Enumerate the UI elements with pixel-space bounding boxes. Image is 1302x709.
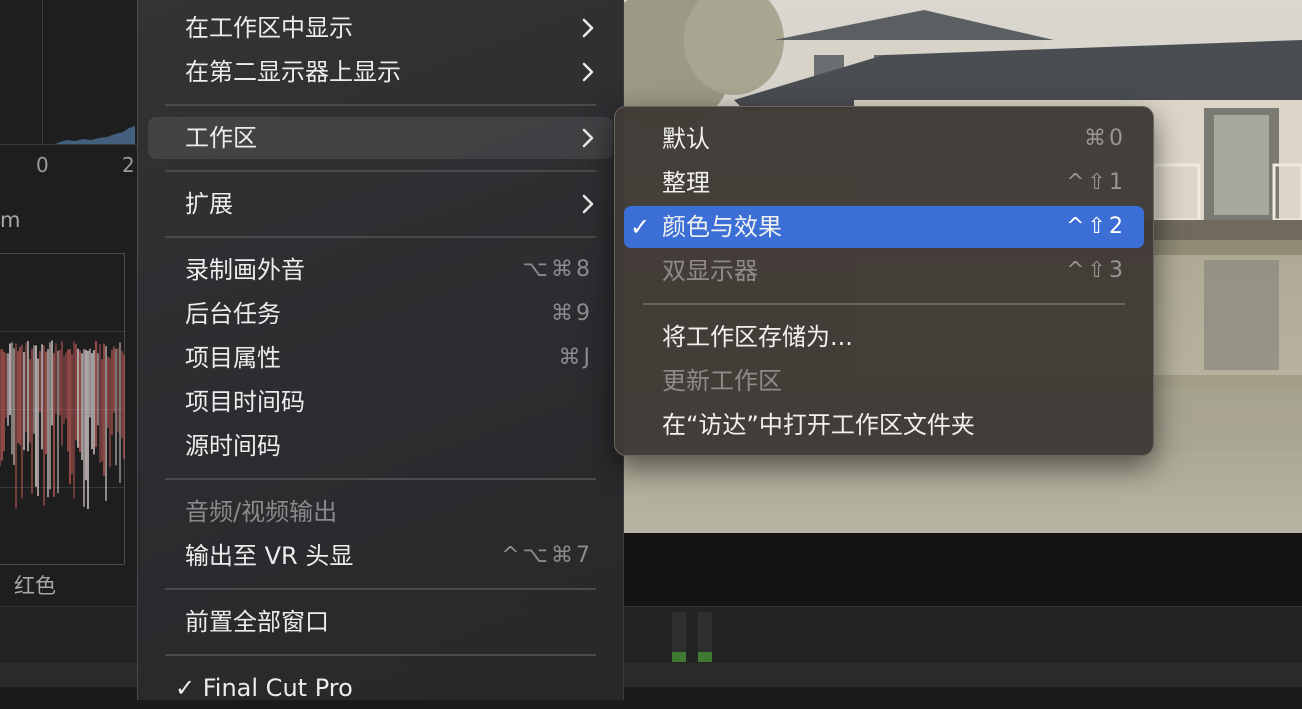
chevron-right-icon (582, 18, 594, 38)
window-menu: 在工作区中显示 在第二显示器上显示 工作区 扩展 录制画外音 ⌥⌘8 后台任务 … (137, 0, 624, 702)
menu-item-label: 扩展 (185, 190, 233, 218)
menu-item-label: 在工作区中显示 (185, 14, 353, 42)
submenu-item-label: 整理 (662, 169, 710, 197)
menu-item-label: 项目时间码 (185, 388, 305, 416)
submenu-item-shortcut: ^⇧1 (1066, 170, 1126, 195)
checkmark-icon: ✓ (630, 213, 651, 241)
menu-item-label: 源时间码 (185, 432, 281, 460)
submenu-item-shortcut: ⌘0 (1084, 126, 1126, 151)
submenu-item-label: 将工作区存储为... (662, 323, 853, 351)
submenu-item-label: 更新工作区 (662, 367, 782, 395)
menu-item-av-output: 音频/视频输出 (148, 491, 613, 533)
chevron-right-icon (582, 128, 594, 148)
menu-item-label: 在第二显示器上显示 (185, 58, 401, 86)
menu-item-shortcut: ⌘9 (551, 301, 593, 326)
menu-item-label: 录制画外音 (185, 256, 305, 284)
submenu-separator (643, 303, 1125, 305)
submenu-item-shortcut: ^⇧2 (1066, 214, 1126, 239)
scope-axis-two: 2 (122, 153, 135, 177)
submenu-item-label: 双显示器 (662, 257, 758, 285)
submenu-item-label: 颜色与效果 (662, 213, 782, 241)
chevron-right-icon (582, 194, 594, 214)
menu-separator (165, 654, 596, 656)
menu-item-show-in-workspace[interactable]: 在工作区中显示 (148, 7, 613, 49)
submenu-item-open-workspace-folder[interactable]: 在“访达”中打开工作区文件夹 (624, 404, 1144, 446)
menu-separator (165, 170, 596, 172)
menu-separator (165, 236, 596, 238)
menu-item-project-timecode[interactable]: 项目时间码 (148, 381, 613, 423)
menu-item-label: 音频/视频输出 (185, 498, 338, 526)
submenu-item-default[interactable]: 默认 ⌘0 (624, 118, 1144, 160)
submenu-item-dual-displays: 双显示器 ^⇧3 (624, 250, 1144, 292)
chevron-right-icon (582, 62, 594, 82)
menu-separator (165, 478, 596, 480)
scope-baseline (0, 144, 137, 145)
menu-item-shortcut: ⌘J (558, 345, 593, 370)
submenu-item-update-workspace: 更新工作区 (624, 360, 1144, 402)
menu-item-label: 输出至 VR 头显 (185, 542, 354, 570)
submenu-item-save-workspace-as[interactable]: 将工作区存储为... (624, 316, 1144, 358)
histogram-graph (55, 126, 135, 144)
workspaces-submenu: 默认 ⌘0 整理 ^⇧1 ✓ 颜色与效果 ^⇧2 双显示器 ^⇧3 将工作区存储… (614, 106, 1154, 456)
submenu-item-shortcut: ^⇧3 (1066, 258, 1126, 283)
audio-meter-left (672, 612, 686, 662)
audio-meter-right (698, 612, 712, 662)
red-waveform (0, 340, 125, 509)
viewer-controls-area (624, 533, 1302, 606)
scope-axis-zero: 0 (36, 153, 49, 177)
menu-item-background-tasks[interactable]: 后台任务 ⌘9 (148, 293, 613, 335)
menu-item-label: 后台任务 (185, 300, 281, 328)
menu-item-label: 项目属性 (185, 344, 281, 372)
scope-channel-label: 红色 (14, 574, 56, 598)
menu-item-bring-all-to-front[interactable]: 前置全部窗口 (148, 601, 613, 643)
video-scope-panel: 0 2 m 红色 (0, 0, 137, 686)
menu-item-label: 前置全部窗口 (185, 608, 329, 636)
scope-unit-label: m (0, 208, 21, 232)
menu-separator (165, 104, 596, 106)
menu-item-shortcut: ⌥⌘8 (522, 257, 593, 282)
submenu-item-label: 在“访达”中打开工作区文件夹 (662, 411, 975, 439)
menu-item-workspaces[interactable]: 工作区 (148, 117, 613, 159)
scope-axis-line (42, 0, 43, 145)
submenu-item-organize[interactable]: 整理 ^⇧1 (624, 162, 1144, 204)
menu-item-show-on-second-display[interactable]: 在第二显示器上显示 (148, 51, 613, 93)
menu-item-extensions[interactable]: 扩展 (148, 183, 613, 225)
submenu-item-label: 默认 (662, 125, 710, 153)
menu-item-shortcut: ^⌥⌘7 (501, 543, 593, 568)
menu-item-source-timecode[interactable]: 源时间码 (148, 425, 613, 467)
menu-item-output-to-vr-headset[interactable]: 输出至 VR 头显 ^⌥⌘7 (148, 535, 613, 577)
menu-separator (165, 588, 596, 590)
submenu-item-color-and-effects[interactable]: ✓ 颜色与效果 ^⇧2 (624, 206, 1144, 248)
menu-item-label: 工作区 (185, 124, 257, 152)
menu-item-record-voiceover[interactable]: 录制画外音 ⌥⌘8 (148, 249, 613, 291)
menu-item-label: ✓ Final Cut Pro (175, 674, 353, 702)
menu-item-final-cut-pro-window[interactable]: ✓ Final Cut Pro (148, 667, 613, 709)
menu-item-project-properties[interactable]: 项目属性 ⌘J (148, 337, 613, 379)
